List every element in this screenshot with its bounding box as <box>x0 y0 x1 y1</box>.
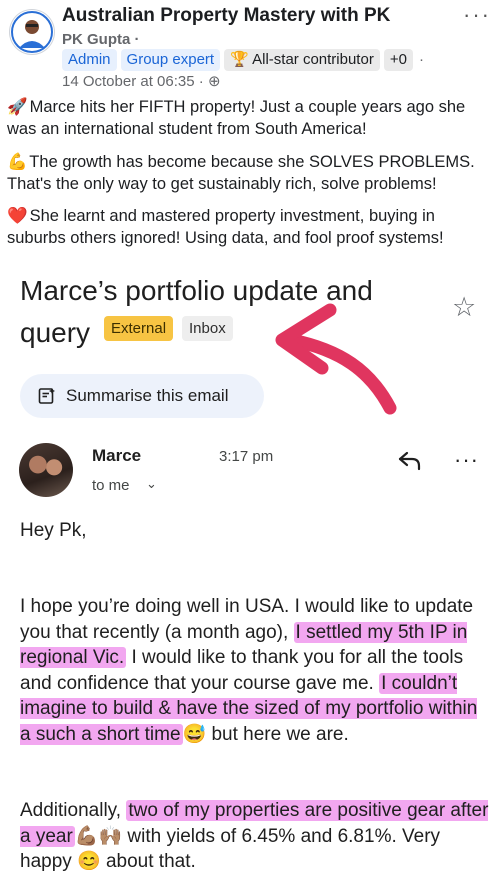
badge-all-star[interactable]: 🏆 All-star contributor <box>224 49 380 71</box>
post-paragraph-2: 💪 The growth has become because she SOLV… <box>7 151 497 195</box>
sender-name[interactable]: Marce <box>92 446 141 466</box>
heart-icon: ❤️ <box>7 207 28 225</box>
reply-icon[interactable] <box>397 448 423 472</box>
email-greeting: Hey Pk, <box>20 520 87 541</box>
summarise-icon <box>38 388 55 404</box>
post-date-text: 14 October at 06:35 · <box>62 73 204 90</box>
badge-separator: · <box>418 51 424 68</box>
group-avatar[interactable] <box>10 10 54 54</box>
label-inbox[interactable]: Inbox <box>182 316 233 341</box>
star-icon[interactable]: ☆ <box>452 292 476 323</box>
email-paragraph-1: I hope you’re doing well in USA. I would… <box>20 594 490 748</box>
badge-all-star-label: All-star contributor <box>252 51 374 68</box>
chevron-down-icon[interactable]: ⌄ <box>146 476 157 492</box>
author-badges: Admin Group expert 🏆 All-star contributo… <box>62 49 426 71</box>
recipient-line[interactable]: to me <box>92 477 130 494</box>
globe-icon: ⊕ <box>207 73 221 90</box>
post-paragraph-1-text: Marce hits her FIFTH property! Just a co… <box>7 98 466 138</box>
author-separator: · <box>134 31 140 48</box>
arrow-annotation <box>270 300 405 415</box>
label-external[interactable]: External <box>104 316 174 341</box>
rocket-icon: 🚀 <box>7 98 28 116</box>
post-paragraph-3-text: She learnt and mastered property investm… <box>7 207 444 247</box>
summarise-label: Summarise this email <box>66 386 229 405</box>
summarise-button[interactable]: Summarise this email <box>20 374 264 418</box>
group-name[interactable]: Australian Property Mastery with PK <box>62 5 390 27</box>
post-paragraph-2-text: The growth has become because she SOLVES… <box>7 153 475 193</box>
more-icon[interactable]: ··· <box>454 447 479 473</box>
badge-group-expert[interactable]: Group expert <box>120 49 221 71</box>
author-line: PK Gupta · <box>62 31 140 48</box>
p2-text-b: 💪🏽🙌🏽 with yields of 6.45% and 6.81%. Ver… <box>20 825 441 873</box>
email-time: 3:17 pm <box>219 448 274 465</box>
post-paragraph-1: 🚀 Marce hits her FIFTH property! Just a … <box>7 96 497 140</box>
muscle-icon: 💪 <box>7 153 28 171</box>
p1-text-c: 😅 but here we are. <box>182 723 349 745</box>
post-more-icon[interactable]: ··· <box>463 2 491 28</box>
trophy-icon: 🏆 <box>230 51 249 68</box>
badge-admin[interactable]: Admin <box>62 49 117 71</box>
p2-text-a: Additionally, <box>20 800 127 821</box>
badge-more[interactable]: +0 <box>383 49 413 71</box>
author-name[interactable]: PK Gupta <box>62 31 130 48</box>
post-date[interactable]: 14 October at 06:35 · ⊕ <box>62 72 221 90</box>
post-paragraph-3: ❤️ She learnt and mastered property inve… <box>7 205 497 249</box>
email-paragraph-2: Additionally, two of my properties are p… <box>20 798 490 875</box>
sender-avatar[interactable] <box>19 443 73 497</box>
